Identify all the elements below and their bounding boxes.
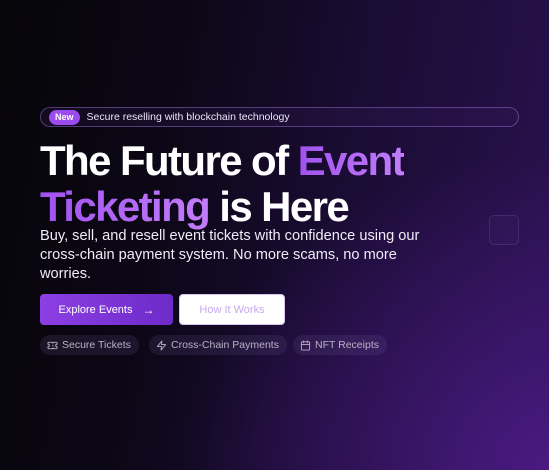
- arrow-right-icon: →: [142, 302, 155, 317]
- headline-part-1: The Future of: [40, 137, 298, 184]
- lightning-icon: [156, 339, 167, 351]
- headline-part-2: is Here: [209, 183, 350, 230]
- explore-events-button[interactable]: Explore Events →: [40, 294, 173, 325]
- explore-events-label: Explore Events: [58, 303, 133, 316]
- hero-headline: The Future of Event Ticketing is Here: [40, 137, 406, 230]
- hero-subtitle: Buy, sell, and resell event tickets with…: [40, 228, 420, 282]
- decorative-square: [489, 215, 519, 245]
- how-it-works-label: How It Works: [199, 303, 265, 316]
- feature-chip-nft-receipts: NFT Receipts: [293, 335, 387, 355]
- feature-chip-cross-chain-payments: Cross-Chain Payments: [149, 335, 287, 355]
- feature-label: NFT Receipts: [315, 339, 379, 351]
- feature-label: Cross-Chain Payments: [171, 339, 279, 351]
- how-it-works-button[interactable]: How It Works: [179, 294, 285, 325]
- feature-label: Secure Tickets: [62, 339, 131, 351]
- headline-highlight-2: Ticketing: [40, 183, 211, 230]
- ticket-icon: [47, 341, 58, 349]
- announcement-text: Secure reselling with blockchain technol…: [86, 111, 290, 123]
- calendar-icon: [300, 339, 311, 351]
- feature-chip-secure-tickets: Secure Tickets: [40, 335, 139, 355]
- new-badge: New: [49, 109, 80, 125]
- announcement-banner[interactable]: New Secure reselling with blockchain tec…: [40, 107, 519, 127]
- headline-highlight-1: Event: [297, 137, 406, 184]
